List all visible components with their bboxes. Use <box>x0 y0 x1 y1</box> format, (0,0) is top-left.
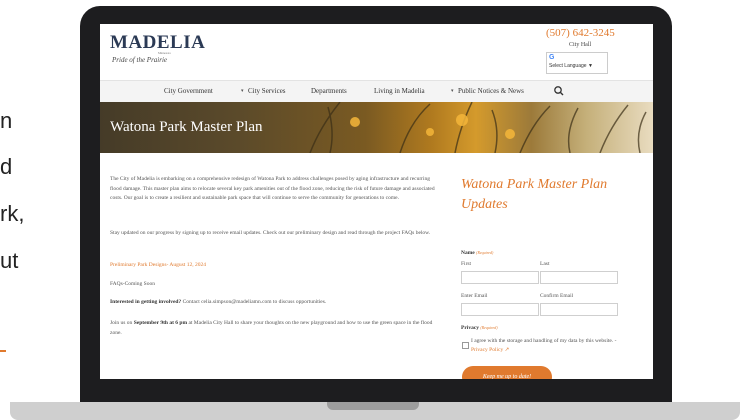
email-input[interactable] <box>461 303 539 316</box>
agree-statement: I agree with the storage and handling of… <box>471 338 617 344</box>
language-selector[interactable]: G Select Language ▼ <box>546 52 608 74</box>
nav-item-public-notices[interactable]: Public Notices & News <box>458 87 524 95</box>
intro-paragraph: The City of Madelia is embarking on a co… <box>110 176 435 201</box>
select-language-text: Select Language <box>549 63 587 69</box>
cropped-text-line-2: d <box>0 154 13 179</box>
nav-item-departments[interactable]: Departments <box>311 87 347 95</box>
site-header: MADELIA Minnesota Pride of the Prairie (… <box>100 24 653 80</box>
laptop-notch <box>327 402 419 410</box>
privacy-checkbox[interactable] <box>462 342 469 349</box>
form-title: Watona Park Master Plan Updates <box>461 177 608 212</box>
join-us-date: September 9th at 6 pm <box>133 320 188 326</box>
interested-contact: Contact celia.simpson@madeliamn.com to d… <box>181 299 327 305</box>
interested-paragraph: Interested in getting involved? Contact … <box>110 299 326 305</box>
google-icon: G <box>549 54 555 61</box>
page-title: Watona Park Master Plan <box>110 119 263 135</box>
privacy-policy-link[interactable]: Privacy Policy <box>471 347 503 353</box>
stay-updated-paragraph: Stay updated on our progress by signing … <box>110 230 431 236</box>
accent-underline <box>0 350 6 352</box>
search-icon[interactable] <box>552 84 566 98</box>
nav-item-city-services[interactable]: City Services <box>248 87 286 95</box>
cropped-text-line-3: rk, <box>0 201 25 226</box>
cropped-text-line-4: ut <box>0 248 19 273</box>
interested-heading: Interested in getting involved? <box>110 299 182 305</box>
privacy-label-text: Privacy <box>461 325 480 331</box>
first-name-label: First <box>461 261 472 267</box>
preliminary-designs-link[interactable]: Preliminary Park Designs- August 12, 202… <box>110 262 206 268</box>
name-label: Name (Required) <box>461 250 493 256</box>
external-link-icon: ↗ <box>504 347 510 353</box>
confirm-email-label: Confirm Email <box>540 293 574 299</box>
enter-email-label: Enter Email <box>461 293 488 299</box>
required-marker: (Required) <box>476 250 494 255</box>
chevron-down-icon: ▼ <box>587 63 593 69</box>
last-name-input[interactable] <box>540 271 618 284</box>
submit-button[interactable]: Keep me up to date! <box>462 366 552 379</box>
laptop-screen: MADELIA Minnesota Pride of the Prairie (… <box>100 24 653 379</box>
join-us-paragraph: Join us on September 9th at 6 pm at Made… <box>110 319 442 338</box>
nav-item-city-government[interactable]: City Government <box>164 87 213 95</box>
privacy-label: Privacy (Required) <box>461 325 498 331</box>
hero-banner: Watona Park Master Plan <box>100 102 653 153</box>
privacy-agree-text: I agree with the storage and handling of… <box>471 337 631 355</box>
join-us-prefix: Join us on <box>110 320 134 326</box>
logo-subtitle: Minnesota <box>158 51 171 55</box>
site-tagline: Pride of the Prairie <box>112 56 168 64</box>
main-content: The City of Madelia is embarking on a co… <box>100 153 653 379</box>
language-select-label: Select Language ▼ <box>549 63 593 69</box>
chevron-down-icon: ▾ <box>241 89 244 94</box>
main-nav: City Government ▾ City Services Departme… <box>100 80 653 103</box>
required-marker: (Required) <box>480 325 498 330</box>
cropped-text-line-1: n <box>0 108 13 133</box>
first-name-input[interactable] <box>461 271 539 284</box>
faqs-text: FAQs-Coming Soon <box>110 281 155 287</box>
nav-item-living-in-madelia[interactable]: Living in Madelia <box>374 87 425 95</box>
chevron-down-icon: ▾ <box>451 89 454 94</box>
name-label-text: Name <box>461 250 475 256</box>
city-hall-label: City Hall <box>569 42 592 48</box>
last-name-label: Last <box>540 261 550 267</box>
phone-number[interactable]: (507) 642-3245 <box>546 27 615 39</box>
confirm-email-input[interactable] <box>540 303 618 316</box>
